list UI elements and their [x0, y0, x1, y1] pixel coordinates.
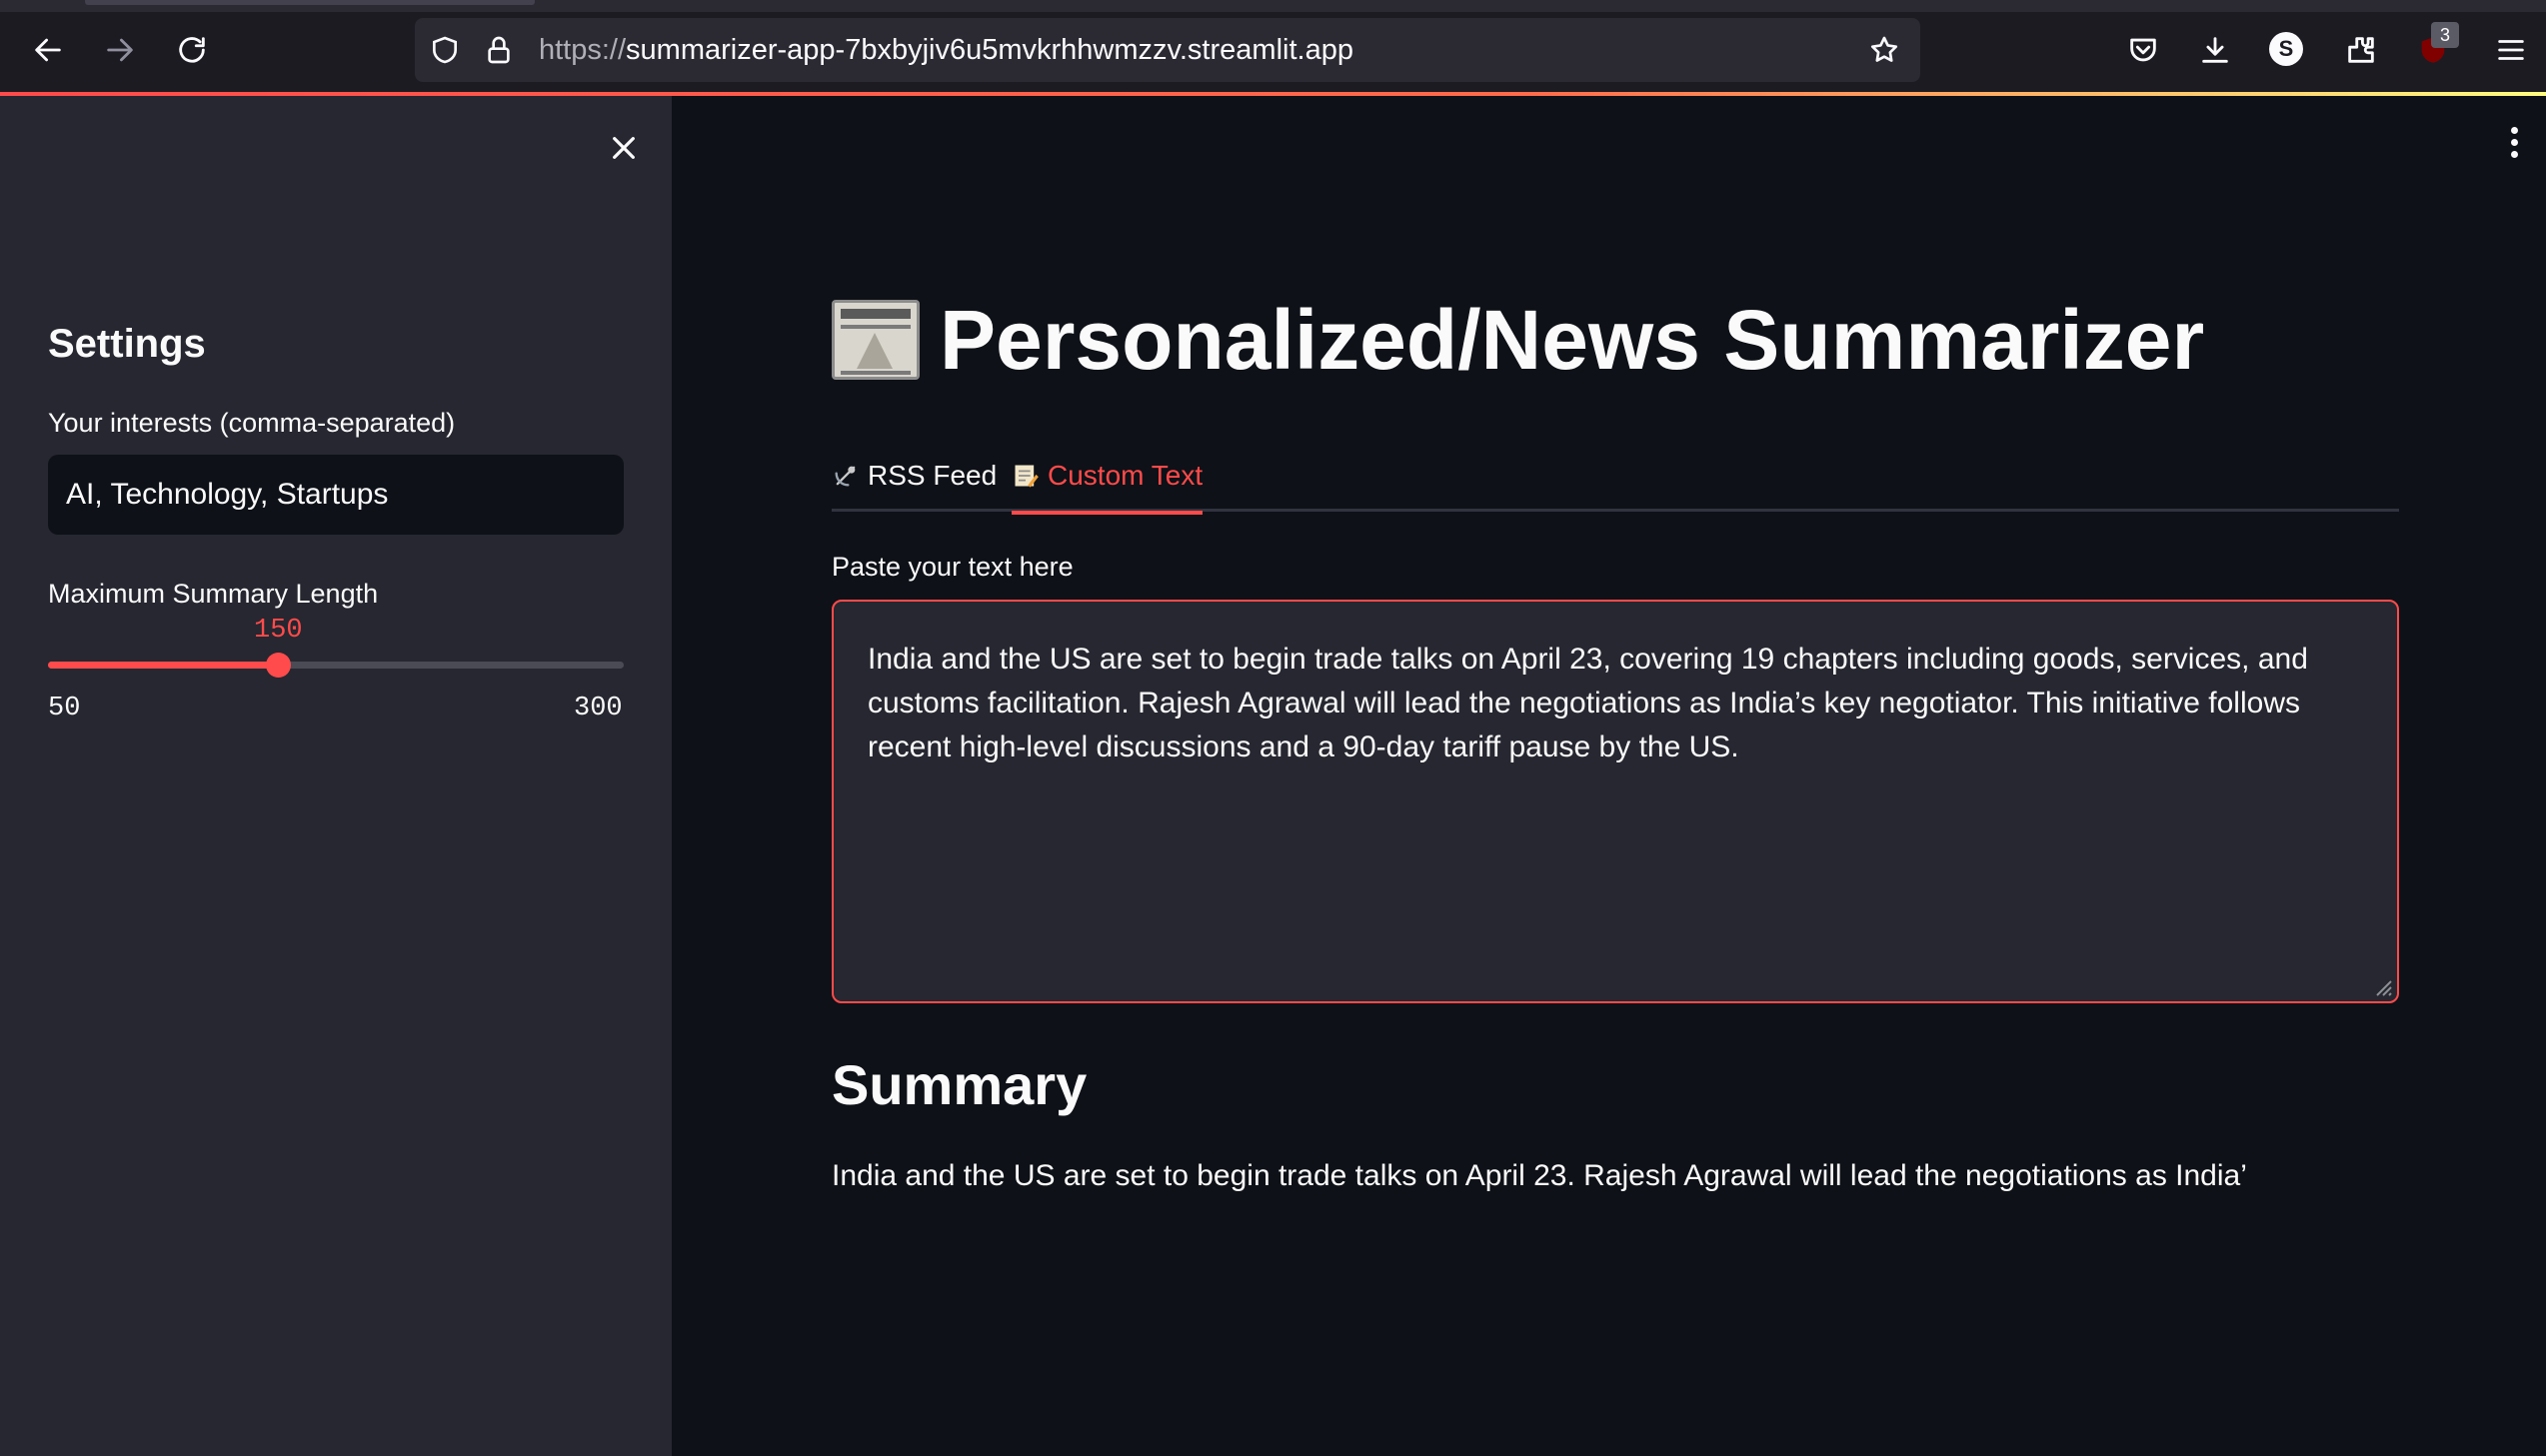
- slider-fill: [48, 662, 278, 669]
- shield-icon[interactable]: [427, 32, 463, 68]
- url-scheme: https://: [539, 34, 627, 66]
- summary-length-label: Maximum Summary Length: [48, 579, 379, 609]
- star-icon[interactable]: [1866, 32, 1902, 68]
- sidebar-title: Settings: [48, 322, 206, 366]
- browser-tab[interactable]: [85, 0, 535, 5]
- interests-input[interactable]: [48, 455, 624, 535]
- pocket-icon[interactable]: [2117, 24, 2169, 76]
- satellite-antenna-icon: [835, 466, 856, 487]
- page-title: Personalized/News Summarizer: [832, 290, 2204, 390]
- tab-custom-text[interactable]: Custom Text: [1012, 440, 1204, 515]
- url-text[interactable]: https://summarizer-app-7bxbyjiv6u5mvkrhh…: [539, 33, 1353, 67]
- slider-max-label: 300: [574, 694, 623, 724]
- interests-label: Your interests (comma-separated): [48, 408, 456, 438]
- slider-current-value: 150: [254, 616, 303, 646]
- summary-heading: Summary: [832, 1053, 1088, 1116]
- profile-avatar[interactable]: S: [2269, 32, 2303, 66]
- textarea-label: Paste your text here: [832, 552, 1074, 582]
- newspaper-icon: [832, 300, 920, 380]
- summary-length-slider[interactable]: [48, 653, 624, 678]
- forward-arrow-icon[interactable]: [94, 24, 146, 76]
- app-menu-icon[interactable]: [2499, 120, 2529, 164]
- browser-toolbar: https://summarizer-app-7bxbyjiv6u5mvkrhh…: [0, 0, 2546, 92]
- url-host: summarizer-app-7bxbyjiv6u5mvkrhhwmzzv.st…: [626, 34, 1353, 66]
- close-icon[interactable]: [600, 124, 648, 172]
- memo-icon: [1015, 465, 1039, 488]
- reload-icon[interactable]: [166, 24, 218, 76]
- custom-text-area[interactable]: [832, 600, 2399, 1003]
- back-arrow-icon[interactable]: [22, 24, 74, 76]
- summary-text: India and the US are set to begin trade …: [832, 1159, 2247, 1192]
- resize-handle-icon[interactable]: [2371, 975, 2393, 997]
- tab-rss-feed[interactable]: RSS Feed: [832, 440, 997, 512]
- tab-label: RSS Feed: [868, 460, 998, 491]
- sidebar: Settings Your interests (comma-separated…: [0, 96, 672, 1456]
- url-bar[interactable]: https://summarizer-app-7bxbyjiv6u5mvkrhh…: [415, 18, 1920, 82]
- download-icon[interactable]: [2189, 24, 2241, 76]
- tab-bar: RSS Feed Custom Text: [832, 440, 2399, 515]
- slider-thumb[interactable]: [266, 653, 291, 678]
- hamburger-menu-icon[interactable]: [2485, 24, 2537, 76]
- tab-label: Custom Text: [1048, 460, 1204, 491]
- extensions-icon[interactable]: [2335, 24, 2387, 76]
- extension-badge: 3: [2431, 22, 2459, 48]
- page-title-text: Personalized/News Summarizer: [940, 293, 2205, 387]
- lock-icon[interactable]: [481, 32, 517, 68]
- slider-min-label: 50: [48, 694, 81, 724]
